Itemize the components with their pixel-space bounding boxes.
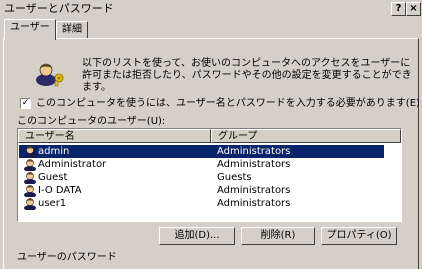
intro-text: 以下のリストを使って、お使いのコンピュータへのアクセスをユーザーに許可または拒否… xyxy=(82,58,412,93)
user-row[interactable]: Administrator Administrators xyxy=(19,158,384,172)
window-title: ユーザーとパスワード xyxy=(4,2,114,15)
user-group: Administrators xyxy=(217,185,291,196)
user-group: Administrators xyxy=(217,198,291,209)
user-name: admin xyxy=(38,146,70,157)
require-login-checkbox[interactable]: ✓ xyxy=(20,98,31,109)
column-header-username[interactable]: ユーザー名 xyxy=(18,129,211,143)
users-list[interactable]: ユーザー名 グループ admin Administrators Administra… xyxy=(17,128,402,222)
user-icon xyxy=(23,171,37,185)
help-button[interactable]: ? xyxy=(391,2,406,16)
column-header-group[interactable]: グループ xyxy=(211,129,401,143)
password-section-label: ユーザーのパスワード xyxy=(17,252,117,263)
user-icon xyxy=(23,184,37,198)
user-row[interactable]: admin Administrators xyxy=(19,145,384,159)
require-login-label: このコンピュータを使うには、ユーザー名とパスワードを入力する必要があります(E) xyxy=(36,98,420,109)
user-row[interactable]: user1 Administrators xyxy=(19,197,384,211)
user-row[interactable]: I-O DATA Administrators xyxy=(19,184,384,198)
tab-details[interactable]: 詳細 xyxy=(56,21,88,39)
user-group: Administrators xyxy=(217,146,291,157)
user-name: I-O DATA xyxy=(38,185,82,196)
user-name: user1 xyxy=(38,198,67,209)
user-row[interactable]: Guest Guests xyxy=(19,171,384,185)
users-list-label: このコンピュータのユーザー(U): xyxy=(17,116,166,127)
user-icon xyxy=(23,197,37,211)
remove-button[interactable]: 削除(R) xyxy=(241,227,315,245)
close-button[interactable]: × xyxy=(406,2,421,16)
user-group: Administrators xyxy=(217,159,291,170)
user-name: Guest xyxy=(38,172,68,183)
tab-users[interactable]: ユーザー xyxy=(4,19,56,40)
user-group: Guests xyxy=(217,172,252,183)
user-name: Administrator xyxy=(38,159,107,170)
properties-button[interactable]: プロパティ(O) xyxy=(321,227,397,245)
add-button[interactable]: 追加(D)... xyxy=(159,227,235,245)
users-keys-icon xyxy=(36,63,64,87)
title-bar: ユーザーとパスワード ? × xyxy=(0,0,422,18)
user-icon xyxy=(23,145,37,159)
user-icon xyxy=(23,158,37,172)
